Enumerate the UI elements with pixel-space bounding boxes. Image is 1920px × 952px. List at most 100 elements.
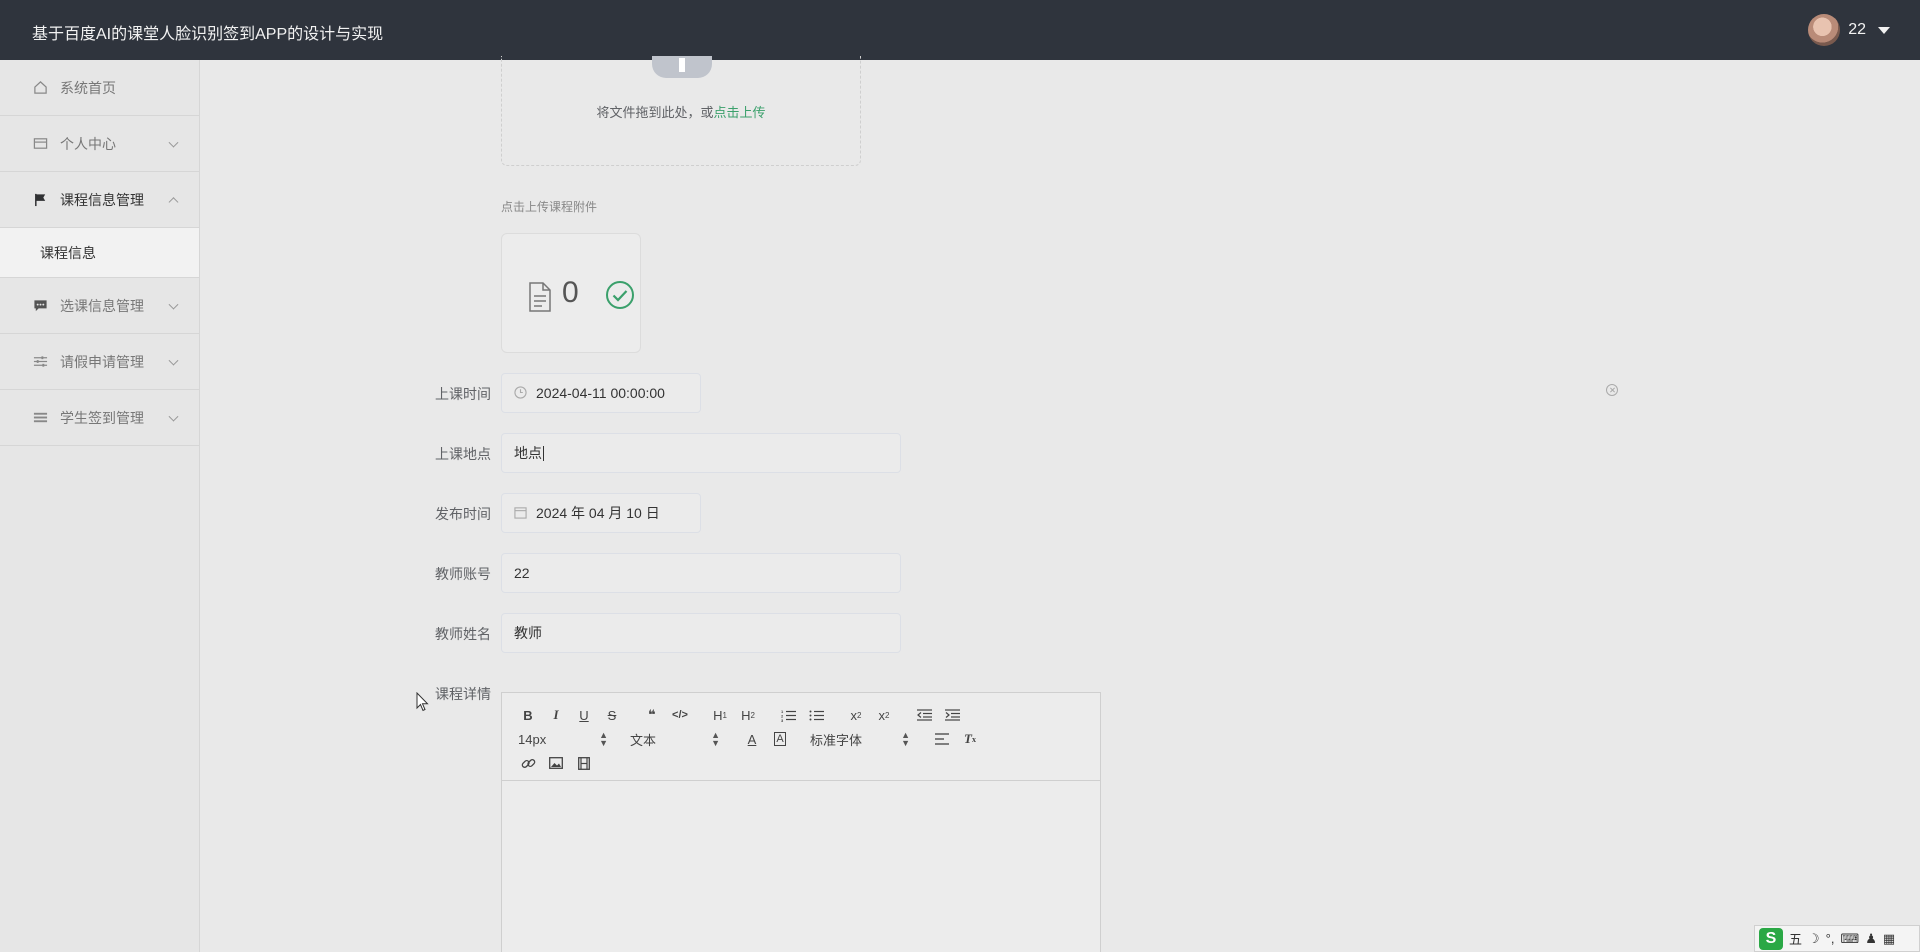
chevron-down-icon bbox=[168, 299, 179, 310]
flag-icon bbox=[32, 192, 48, 208]
avatar[interactable] bbox=[1808, 14, 1841, 46]
keyboard-icon[interactable]: ⌨ bbox=[1840, 931, 1859, 947]
user-menu[interactable]: 22 bbox=[1808, 14, 1890, 46]
blockquote-button[interactable]: ❝ bbox=[638, 704, 666, 726]
ordered-list-button[interactable]: 123 bbox=[774, 704, 802, 726]
editor-toolbar: B I U S ❝ </> H1 H2 123 x2 x2 14px ▲ ▼ 文… bbox=[502, 693, 1100, 781]
uploaded-file-card[interactable]: 0 bbox=[501, 233, 641, 353]
upload-tip: 点击上传课程附件 bbox=[501, 200, 598, 214]
clear-format-button[interactable]: Tx bbox=[956, 728, 984, 750]
publish-time-value: 2024 年 04 月 10 日 bbox=[536, 505, 660, 521]
sidebar-item-leave-request-management[interactable]: 请假申请管理 bbox=[0, 334, 199, 390]
select-arrows-icon: ▲ ▼ bbox=[711, 730, 720, 748]
teacher-name-value: 教师 bbox=[514, 625, 542, 641]
heading2-button[interactable]: H2 bbox=[734, 704, 762, 726]
sidebar-item-course-selection-management[interactable]: 选课信息管理 bbox=[0, 278, 199, 334]
code-block-button[interactable]: </> bbox=[666, 704, 694, 726]
close-circle-icon[interactable] bbox=[1606, 384, 1618, 396]
location-value: 地点 bbox=[514, 445, 542, 461]
font-color-button[interactable]: A bbox=[738, 728, 766, 750]
calendar-icon bbox=[514, 506, 528, 520]
class-time-picker[interactable]: 2024-04-11 00:00:00 bbox=[501, 373, 701, 413]
caret-down-icon[interactable] bbox=[1878, 26, 1890, 34]
document-icon bbox=[528, 282, 552, 315]
class-time-label: 上课时间 bbox=[435, 386, 491, 402]
select-arrows-icon: ▲ ▼ bbox=[901, 730, 910, 748]
user-icon[interactable]: ♟ bbox=[1865, 931, 1877, 947]
grid-icon[interactable]: ▦ bbox=[1883, 931, 1895, 947]
chevron-down-icon bbox=[168, 411, 179, 422]
superscript-button[interactable]: x2 bbox=[870, 704, 898, 726]
font-family-select[interactable]: 标准字体 ▲ ▼ bbox=[806, 728, 916, 750]
chevron-down-icon bbox=[168, 137, 179, 148]
sidebar-item-label: 个人中心 bbox=[60, 135, 116, 152]
sidebar-item-student-checkin-management[interactable]: 学生签到管理 bbox=[0, 390, 199, 446]
align-button[interactable] bbox=[928, 728, 956, 750]
sidebar-item-label: 选课信息管理 bbox=[60, 297, 144, 314]
ime-toolbar[interactable]: S 五 ☽ °, ⌨ ♟ ▦ bbox=[1754, 925, 1920, 952]
sidebar: 系统首页 个人中心 课程信息管理 课程信息 选课信息管理 请假申请管理 学生签到… bbox=[0, 60, 200, 952]
sidebar-item-label: 学生签到管理 bbox=[60, 409, 144, 426]
upload-hint-text: 将文件拖到此处，或 bbox=[596, 105, 714, 120]
select-arrows-icon: ▲ ▼ bbox=[599, 730, 608, 748]
message-icon bbox=[32, 298, 48, 314]
bold-button[interactable]: B bbox=[514, 704, 542, 726]
ime-logo-icon[interactable]: S bbox=[1759, 927, 1783, 950]
bullet-list-button[interactable] bbox=[802, 704, 830, 726]
teacher-account-input[interactable]: 22 bbox=[501, 553, 901, 593]
punctuation-icon[interactable]: °, bbox=[1826, 931, 1835, 946]
teacher-name-label: 教师姓名 bbox=[435, 626, 491, 642]
indent-button[interactable] bbox=[938, 704, 966, 726]
sidebar-item-personal-center[interactable]: 个人中心 bbox=[0, 116, 199, 172]
success-check-icon bbox=[605, 280, 635, 313]
svg-text:3: 3 bbox=[781, 718, 784, 722]
link-icon[interactable] bbox=[514, 752, 542, 774]
heading1-button[interactable]: H1 bbox=[706, 704, 734, 726]
sliders-icon bbox=[32, 354, 48, 370]
sidebar-item-label: 系统首页 bbox=[60, 79, 116, 96]
file-count: 0 bbox=[562, 276, 579, 309]
sidebar-item-label: 课程信息管理 bbox=[60, 191, 144, 208]
teacher-account-label: 教师账号 bbox=[435, 566, 491, 582]
font-size-select[interactable]: 14px ▲ ▼ bbox=[514, 728, 614, 750]
publish-date-picker[interactable]: 2024 年 04 月 10 日 bbox=[501, 493, 701, 533]
sidebar-subitem-course-info[interactable]: 课程信息 bbox=[0, 228, 199, 278]
background-color-button[interactable]: A bbox=[766, 728, 794, 750]
block-type-value: 文本 bbox=[630, 732, 657, 748]
upload-link[interactable]: 点击上传 bbox=[714, 105, 766, 120]
strikethrough-button[interactable]: S bbox=[598, 704, 626, 726]
card-icon bbox=[32, 136, 48, 152]
class-time-value: 2024-04-11 00:00:00 bbox=[536, 385, 665, 401]
list-icon bbox=[32, 410, 48, 426]
editor-content-area[interactable] bbox=[502, 781, 1100, 952]
home-icon bbox=[32, 80, 48, 96]
main-content: 将文件拖到此处，或点击上传 点击上传课程附件 0 上课时间 2024-04-11… bbox=[201, 56, 1920, 952]
rich-text-editor[interactable]: B I U S ❝ </> H1 H2 123 x2 x2 14px ▲ ▼ 文… bbox=[501, 692, 1101, 952]
underline-button[interactable]: U bbox=[570, 704, 598, 726]
location-input[interactable]: 地点 bbox=[501, 433, 901, 473]
mouse-cursor-icon bbox=[416, 691, 430, 715]
sidebar-item-course-info-management[interactable]: 课程信息管理 bbox=[0, 172, 199, 228]
upload-dropzone[interactable]: 将文件拖到此处，或点击上传 bbox=[501, 56, 861, 166]
font-family-value: 标准字体 bbox=[810, 732, 863, 748]
teacher-name-input[interactable]: 教师 bbox=[501, 613, 901, 653]
outdent-button[interactable] bbox=[910, 704, 938, 726]
moon-icon[interactable]: ☽ bbox=[1808, 931, 1820, 947]
image-icon[interactable] bbox=[542, 752, 570, 774]
italic-button[interactable]: I bbox=[542, 704, 570, 726]
top-header: 基于百度AI的课堂人脸识别签到APP的设计与实现 22 bbox=[0, 0, 1920, 60]
publish-time-label: 发布时间 bbox=[435, 506, 491, 522]
ime-mode[interactable]: 五 bbox=[1789, 929, 1802, 948]
subscript-button[interactable]: x2 bbox=[842, 704, 870, 726]
clock-icon bbox=[514, 386, 528, 400]
sidebar-item-label: 请假申请管理 bbox=[60, 353, 144, 370]
chevron-down-icon bbox=[168, 355, 179, 366]
upload-cloud-icon bbox=[652, 56, 712, 78]
video-icon[interactable] bbox=[570, 752, 598, 774]
username[interactable]: 22 bbox=[1848, 21, 1866, 39]
block-type-select[interactable]: 文本 ▲ ▼ bbox=[626, 728, 726, 750]
sidebar-item-home[interactable]: 系统首页 bbox=[0, 60, 199, 116]
chevron-up-icon bbox=[168, 196, 179, 207]
teacher-account-value: 22 bbox=[514, 565, 530, 581]
text-caret bbox=[543, 445, 544, 461]
